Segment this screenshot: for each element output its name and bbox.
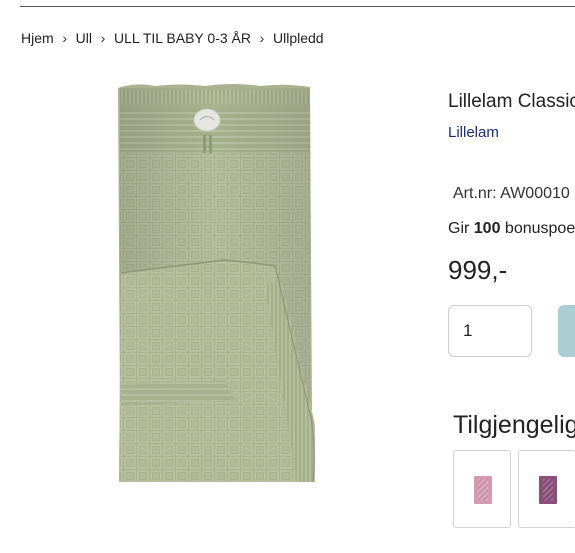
breadcrumb-ullpledd[interactable]: Ullpledd [273, 30, 324, 46]
top-divider [20, 6, 575, 7]
breadcrumb-ull-til-baby[interactable]: ULL TIL BABY 0-3 ÅR [114, 30, 251, 46]
breadcrumb-home[interactable]: Hjem [21, 30, 54, 46]
variant-swatch-plum[interactable] [518, 450, 575, 528]
breadcrumb: Hjem › Ull › ULL TIL BABY 0-3 ÅR › Ullpl… [21, 29, 324, 47]
variant-swatch-pink[interactable] [453, 450, 511, 528]
variant-color-pink [474, 476, 492, 504]
product-image[interactable] [85, 80, 345, 490]
product-price: 999,- [448, 255, 508, 285]
variant-color-plum [539, 476, 557, 504]
article-number: Art.nr: AW00010 [453, 185, 570, 202]
product-title: Lillelam Classic [448, 91, 575, 112]
add-to-cart-button[interactable] [558, 305, 575, 357]
brand-link[interactable]: Lillelam [448, 124, 499, 141]
availability-heading: Tilgjengelig i [453, 411, 575, 439]
breadcrumb-separator-icon: › [62, 30, 67, 46]
breadcrumb-ull[interactable]: Ull [76, 30, 92, 46]
breadcrumb-separator-icon: › [100, 30, 106, 46]
bonus-points-value: 100 [473, 220, 501, 237]
bonus-points: Gir 100 bonuspoeng [448, 220, 575, 237]
quantity-input[interactable] [448, 305, 532, 357]
breadcrumb-separator-icon: › [259, 30, 265, 46]
